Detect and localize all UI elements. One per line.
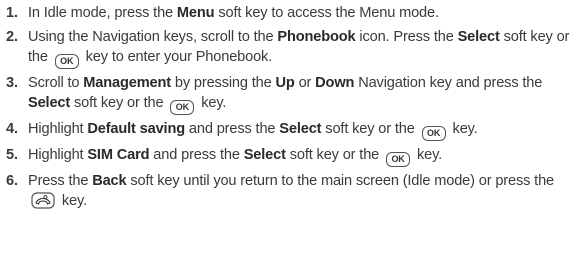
ok-key-icon: OK: [421, 126, 446, 141]
step-text: Press the: [28, 173, 93, 189]
ui-term: Back: [92, 173, 127, 189]
ok-key-icon: OK: [170, 100, 195, 115]
step-text: key.: [197, 95, 227, 111]
ui-term: Select: [457, 29, 500, 45]
ui-term: Up: [275, 75, 295, 91]
step-text: Scroll to: [28, 75, 84, 91]
step-text: and press the: [149, 147, 244, 163]
ui-term: Menu: [176, 5, 215, 21]
step-text: key.: [58, 193, 87, 209]
step-text: or: [294, 75, 316, 91]
step-number: 6.: [6, 173, 18, 189]
end-key-icon: [31, 191, 55, 210]
step-item: 6. Press the Back soft key until you retu…: [6, 171, 582, 211]
step-text: and press the: [185, 121, 280, 137]
step-text: key.: [448, 121, 478, 137]
ui-term: Select: [28, 95, 71, 111]
ui-term: Default saving: [87, 121, 185, 137]
step-number: 2.: [6, 29, 18, 45]
step-number: 4.: [6, 121, 18, 137]
step-item: 5. Highlight SIM Card and press the Selec…: [6, 145, 582, 167]
step-item: 3. Scroll to Management by pressing the U…: [6, 73, 582, 115]
step-text: icon. Press the: [355, 29, 458, 45]
step-number: 3.: [6, 75, 18, 91]
step-number: 1.: [6, 5, 18, 21]
step-text: In Idle mode, press the: [28, 5, 177, 21]
ui-term: Down: [315, 75, 355, 91]
step-text: key to enter your Phonebook.: [81, 49, 273, 65]
step-text: Highlight: [28, 121, 88, 137]
step-text: soft key or the: [70, 95, 168, 111]
ui-term: Select: [279, 121, 322, 137]
ui-term: Select: [243, 147, 286, 163]
step-number: 5.: [6, 147, 18, 163]
step-text: key.: [413, 147, 443, 163]
step-item: 4. Highlight Default saving and press the…: [6, 119, 582, 141]
step-text: Using the Navigation keys, scroll to the: [28, 29, 278, 45]
step-text: Highlight: [28, 147, 88, 163]
step-item: 1. In Idle mode, press the Menu soft key …: [6, 3, 582, 23]
step-text: soft key to access the Menu mode.: [214, 5, 439, 21]
step-text: soft key or the: [321, 121, 419, 137]
step-text: Navigation key and press the: [354, 75, 543, 91]
ui-term: Management: [83, 75, 171, 91]
step-text: soft key or the: [285, 147, 384, 163]
step-item: 2. Using the Navigation keys, scroll to t…: [6, 27, 582, 69]
ui-term: SIM Card: [87, 147, 150, 163]
step-text: soft key until you return to the main sc…: [126, 173, 555, 189]
instruction-steps: 1. In Idle mode, press the Menu soft key …: [6, 3, 582, 211]
step-text: by pressing the: [170, 75, 276, 91]
ok-key-icon: OK: [54, 54, 79, 69]
ok-key-icon: OK: [386, 152, 411, 167]
ui-term: Phonebook: [277, 29, 356, 45]
